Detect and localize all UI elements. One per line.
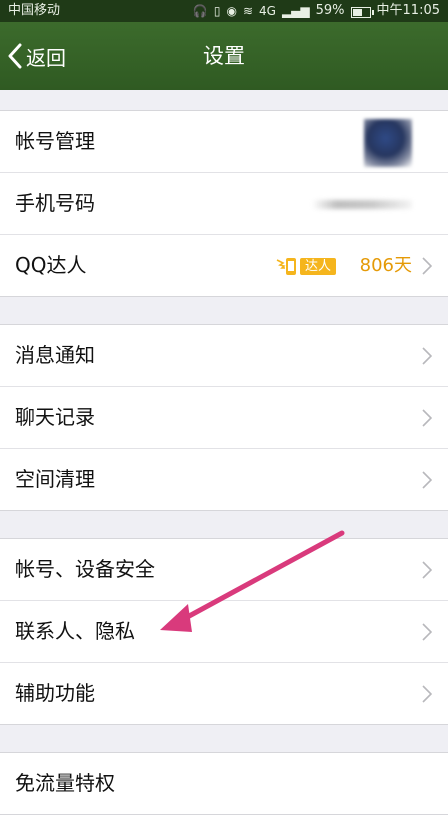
row-label: 帐号、设备安全 — [15, 557, 155, 581]
status-bar: 中国移动 🎧 ▯ ◉ ≋ 4G ▂▄▆ 59% 中午11:05 — [0, 0, 448, 22]
account-group: 帐号管理 手机号码 QQ达人 达人 806天 — [0, 110, 448, 297]
row-label: 联系人、隐私 — [15, 619, 135, 643]
row-account-management[interactable]: 帐号管理 — [0, 111, 448, 172]
phone-number-redacted — [312, 200, 412, 209]
row-account-device-security[interactable]: 帐号、设备安全 — [0, 539, 448, 600]
row-storage-cleanup[interactable]: 空间清理 — [0, 448, 448, 510]
row-free-data-privilege[interactable]: 免流量特权 — [0, 753, 448, 814]
row-message-notifications[interactable]: 消息通知 — [0, 325, 448, 386]
chevron-right-icon — [422, 256, 432, 275]
row-label: 辅助功能 — [15, 681, 95, 705]
carrier-name: 中国移动 — [8, 3, 61, 18]
winged-phone-icon — [276, 258, 296, 275]
security-group: 帐号、设备安全 联系人、隐私 辅助功能 — [0, 538, 448, 725]
privilege-group: 免流量特权 — [0, 752, 448, 815]
qq-expert-badge: 达人 — [276, 253, 336, 279]
row-label: 免流量特权 — [15, 771, 115, 795]
chevron-right-icon — [422, 470, 432, 489]
chevron-right-icon — [422, 622, 432, 641]
title-bar: 返回 设置 — [0, 22, 448, 90]
network-type: 4G — [259, 4, 276, 18]
chevron-right-icon — [422, 560, 432, 579]
row-qq-expert[interactable]: QQ达人 达人 806天 — [0, 234, 448, 296]
row-label: 聊天记录 — [15, 405, 95, 429]
row-label: 帐号管理 — [15, 129, 95, 153]
row-accessibility[interactable]: 辅助功能 — [0, 662, 448, 724]
row-contacts-privacy[interactable]: 联系人、隐私 — [0, 600, 448, 662]
row-label: 空间清理 — [15, 467, 95, 491]
chevron-right-icon — [422, 684, 432, 703]
settings-list: 帐号管理 手机号码 QQ达人 达人 806天 消息通知 聊天记录 空间清理 帐号… — [0, 90, 448, 815]
row-label: QQ达人 — [15, 253, 87, 277]
signal-icon: ▂▄▆ — [281, 4, 310, 18]
badge-label: 达人 — [299, 257, 336, 275]
eye-icon: ◉ — [226, 4, 237, 18]
row-chat-history[interactable]: 聊天记录 — [0, 386, 448, 448]
chevron-right-icon — [422, 346, 432, 365]
page-title: 设置 — [203, 44, 245, 68]
status-icons: 🎧 ▯ ◉ ≋ 4G ▂▄▆ 59% 中午11:05 — [193, 0, 440, 22]
vibrate-icon: ▯ — [213, 4, 221, 18]
row-label: 消息通知 — [15, 343, 95, 367]
expert-days: 806天 — [359, 255, 412, 276]
battery-icon — [350, 6, 374, 18]
clock: 中午11:05 — [376, 3, 440, 18]
row-label: 手机号码 — [15, 191, 95, 215]
headphone-icon: 🎧 — [192, 4, 208, 18]
chevron-right-icon — [422, 408, 432, 427]
wifi-icon: ≋ — [242, 4, 253, 18]
avatar — [364, 119, 412, 167]
row-phone-number[interactable]: 手机号码 — [0, 172, 448, 234]
general-group: 消息通知 聊天记录 空间清理 — [0, 324, 448, 511]
battery-percent: 59% — [315, 3, 345, 18]
